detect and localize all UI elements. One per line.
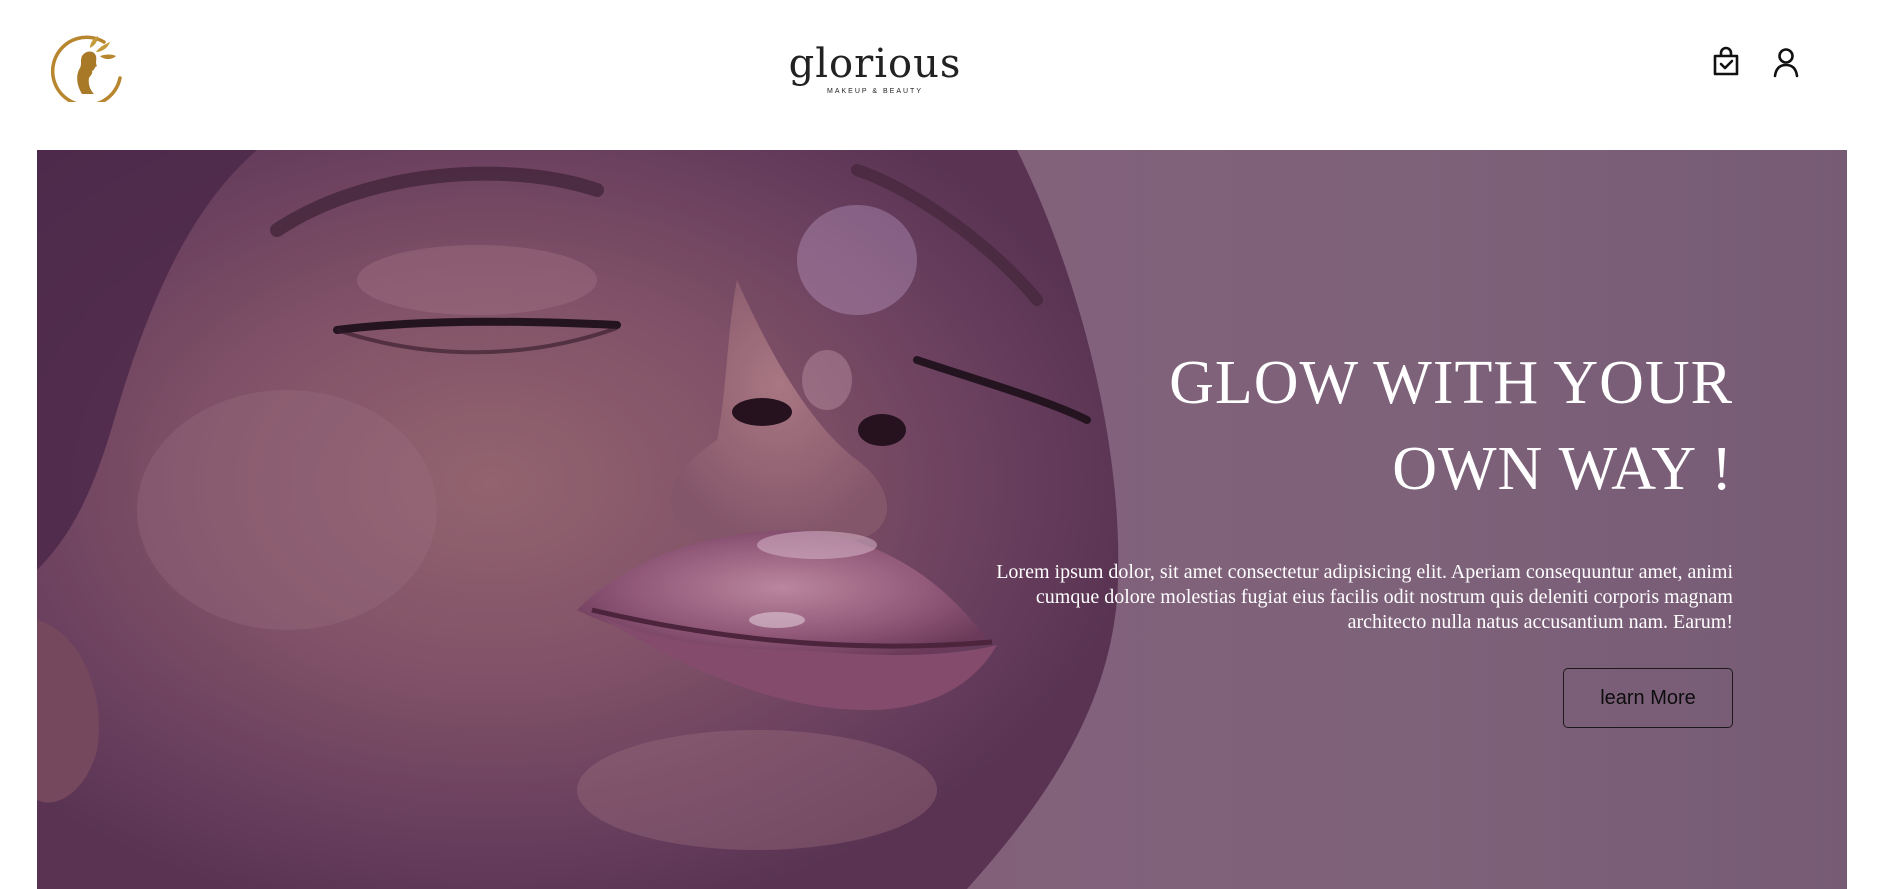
site-header: glorious MAKEUP & BEAUTY: [0, 0, 1880, 150]
hero-content: GLOW WITH YOUR OWN WAY ! Lorem ipsum dol…: [973, 340, 1733, 635]
hero-title-line-1: GLOW WITH YOUR: [1169, 349, 1733, 417]
hero-banner: GLOW WITH YOUR OWN WAY ! Lorem ipsum dol…: [37, 150, 1847, 889]
shopping-bag-icon[interactable]: [1710, 46, 1742, 78]
brand-emblem-icon[interactable]: [42, 34, 122, 107]
hero-title: GLOW WITH YOUR OWN WAY !: [973, 340, 1733, 512]
brand-tagline: MAKEUP & BEAUTY: [826, 88, 923, 95]
learn-more-button[interactable]: learn More: [1563, 668, 1733, 728]
brand-name: glorious: [788, 41, 962, 87]
hero-title-line-2: OWN WAY !: [1392, 435, 1733, 503]
user-icon[interactable]: [1770, 46, 1802, 78]
hero-description: Lorem ipsum dolor, sit amet consectetur …: [996, 561, 1733, 633]
brand-logo[interactable]: glorious MAKEUP & BEAUTY: [780, 44, 970, 95]
